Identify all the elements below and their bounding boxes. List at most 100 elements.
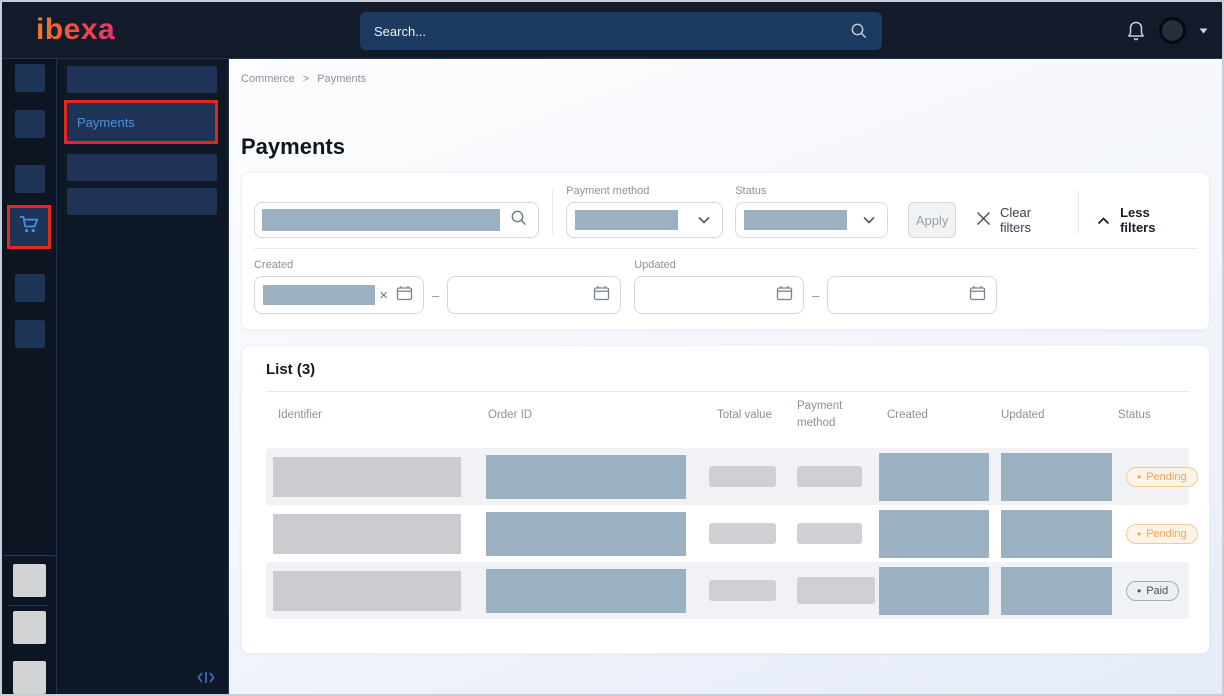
total-value-redacted-cell (709, 580, 776, 601)
table-row[interactable]: Pending (266, 448, 1189, 505)
breadcrumb-payments: Payments (317, 73, 366, 85)
status-select[interactable] (735, 202, 888, 238)
column-header-status: Status (1118, 409, 1189, 421)
apply-button[interactable]: Apply (908, 202, 956, 238)
payment-method-select[interactable] (566, 202, 723, 238)
updated-from-date-input[interactable] (634, 276, 804, 314)
chevron-down-icon (698, 211, 710, 229)
column-header-total-value: Total value (717, 409, 797, 421)
payment-method-redacted-cell (797, 523, 862, 544)
created-redacted-cell (879, 510, 989, 558)
user-avatar[interactable] (1159, 17, 1186, 44)
status-badge: Paid (1126, 581, 1179, 601)
app-body: Payments Commerce > Payments Payments (2, 59, 1222, 694)
search-icon[interactable] (510, 209, 528, 232)
calendar-icon[interactable] (969, 285, 986, 306)
search-redacted-value (262, 209, 500, 231)
table-row[interactable]: Pending (266, 505, 1189, 562)
filters-divider-2 (1078, 190, 1079, 234)
table-body: Pending Pending (266, 448, 1189, 619)
global-search-placeholder: Search... (374, 24, 850, 39)
payment-method-redacted-value (575, 210, 678, 230)
panel-item-payments-label: Payments (77, 115, 135, 130)
breadcrumb-commerce[interactable]: Commerce (241, 73, 295, 85)
status-badge: Pending (1126, 467, 1198, 487)
filters-row-dates: Created × – (242, 249, 1209, 324)
order-id-redacted-cell (486, 569, 686, 613)
calendar-icon[interactable] (593, 285, 610, 306)
chevron-down-icon (863, 211, 875, 229)
list-search-input[interactable] (254, 202, 539, 238)
total-value-redacted-cell (709, 523, 776, 544)
calendar-icon[interactable] (396, 285, 413, 306)
secondary-nav-panel: Payments (57, 59, 229, 694)
panel-item-placeholder-4[interactable] (67, 188, 217, 215)
column-header-order-id: Order ID (488, 409, 717, 421)
identifier-redacted-cell (273, 457, 461, 497)
nav-item-commerce-highlighted[interactable] (7, 205, 51, 249)
panel-item-placeholder-3[interactable] (67, 154, 217, 181)
created-redacted-cell (879, 567, 989, 615)
nav-icon-placeholder-6[interactable] (15, 320, 45, 348)
payment-method-redacted-cell (797, 466, 862, 487)
notifications-bell-icon[interactable] (1126, 20, 1146, 42)
updated-redacted-cell (1001, 510, 1112, 558)
status-label: Status (735, 185, 888, 197)
global-search-input[interactable]: Search... (360, 12, 882, 50)
panel-item-placeholder-1[interactable] (67, 66, 217, 93)
app-window: ibexa Search... (0, 0, 1224, 696)
status-filter-group: Status (735, 185, 888, 238)
panel-collapse-icon[interactable] (197, 671, 215, 689)
rail-bottom-placeholder-2[interactable] (13, 611, 46, 644)
payments-list-card: List (3) Identifier Order ID Total value… (241, 345, 1210, 654)
table-row[interactable]: Paid (266, 562, 1189, 619)
rail-bottom-placeholder-1[interactable] (13, 564, 46, 597)
date-range-dash: – (432, 288, 439, 303)
table-header-row: Identifier Order ID Total value Payment … (266, 392, 1189, 438)
column-header-created: Created (887, 409, 1001, 421)
panel-item-payments-highlighted[interactable]: Payments (64, 100, 218, 144)
close-icon (976, 211, 991, 229)
created-date-group: Created × – (254, 259, 621, 314)
chevron-up-icon (1097, 213, 1110, 228)
identifier-redacted-cell (273, 571, 461, 611)
main-nav-rail (2, 59, 57, 694)
updated-to-date-input[interactable] (827, 276, 997, 314)
rail-bottom-placeholder-3[interactable] (13, 661, 46, 694)
status-badge: Pending (1126, 524, 1198, 544)
created-redacted-cell (879, 453, 989, 501)
less-filters-button[interactable]: Less filters (1097, 202, 1183, 238)
nav-icon-placeholder-3[interactable] (15, 165, 45, 193)
status-redacted-value (744, 210, 847, 230)
payment-method-filter-group: Payment method (566, 185, 723, 238)
topbar-actions (1126, 2, 1208, 59)
list-heading: List (3) (242, 346, 1209, 391)
total-value-redacted-cell (709, 466, 776, 487)
calendar-icon[interactable] (776, 285, 793, 306)
created-to-date-input[interactable] (447, 276, 621, 314)
main-content: Commerce > Payments Payments Payment (229, 59, 1222, 694)
identifier-redacted-cell (273, 514, 461, 554)
clear-filters-button[interactable]: Clear filters (976, 202, 1060, 238)
user-menu-caret-icon[interactable] (1199, 28, 1208, 34)
shopping-cart-icon (17, 214, 41, 240)
updated-redacted-cell (1001, 453, 1112, 501)
created-from-redacted-value (263, 285, 375, 305)
nav-icon-placeholder-2[interactable] (15, 110, 45, 138)
payment-method-label: Payment method (566, 185, 723, 197)
order-id-redacted-cell (486, 512, 686, 556)
nav-icon-placeholder-1[interactable] (15, 64, 45, 92)
breadcrumb: Commerce > Payments (241, 73, 366, 85)
filters-divider-1 (552, 190, 553, 234)
search-icon[interactable] (850, 22, 868, 40)
clear-date-icon[interactable]: × (379, 288, 388, 303)
clear-filters-label: Clear filters (1000, 205, 1060, 235)
ibexa-logo[interactable]: ibexa (36, 13, 115, 47)
nav-icon-placeholder-5[interactable] (15, 274, 45, 302)
column-header-payment-method: Payment method (797, 398, 859, 433)
created-from-date-input[interactable]: × (254, 276, 424, 314)
created-label: Created (254, 259, 621, 271)
rail-separator-bottom (8, 605, 48, 606)
filters-row-primary: Payment method Status (242, 173, 1209, 248)
filters-card: Payment method Status (241, 172, 1210, 330)
